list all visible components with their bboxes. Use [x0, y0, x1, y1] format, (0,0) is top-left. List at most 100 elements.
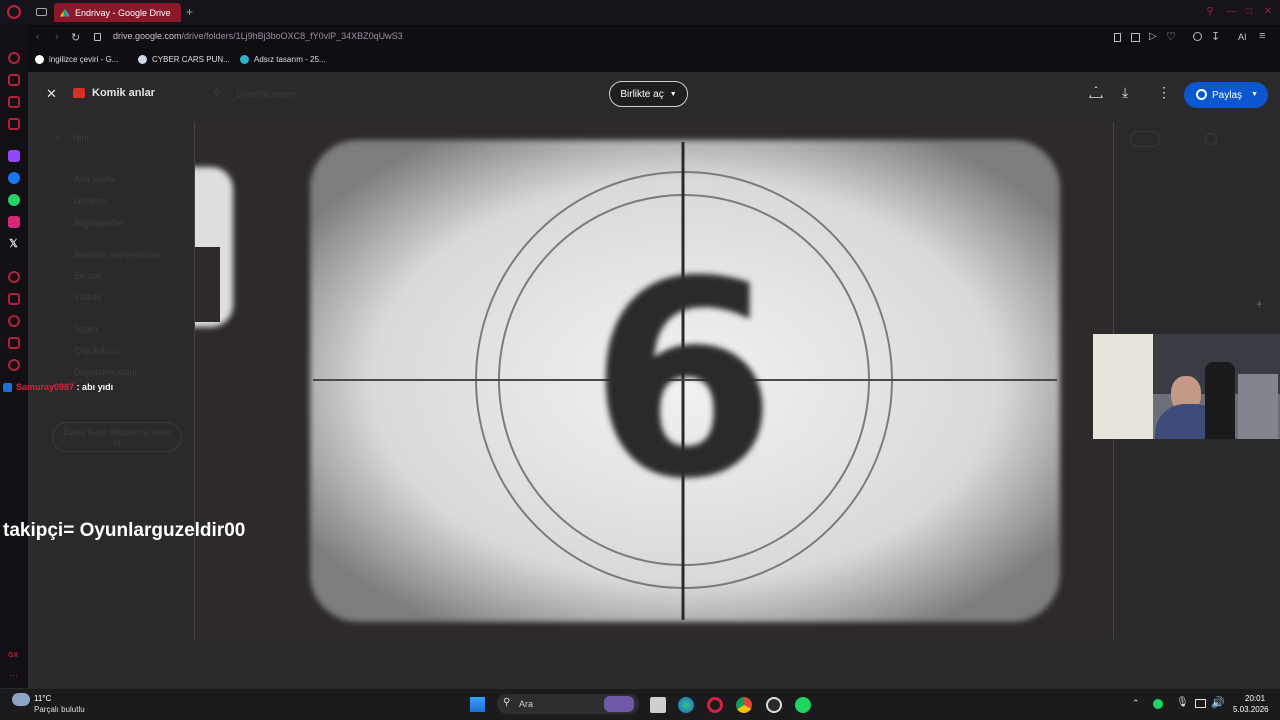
twitch-icon[interactable]	[8, 150, 20, 162]
speed-dial-icon[interactable]	[8, 52, 20, 64]
video-player[interactable]: 6	[194, 122, 1114, 639]
webcam-overlay	[1093, 334, 1280, 439]
chat-username: Samuray0987	[16, 382, 75, 392]
clock-date[interactable]: 5.03.2026	[1233, 705, 1269, 714]
windows-taskbar	[0, 688, 1280, 720]
url-field[interactable]: drive.google.com/drive/folders/1Lj9hBj3b…	[113, 31, 403, 41]
minimize-icon[interactable]: —	[1225, 6, 1237, 18]
sidebar-item-home: Ana sayfa	[74, 174, 115, 184]
taskbar-search-label: Ara	[519, 699, 534, 709]
history-icon[interactable]	[8, 315, 20, 327]
open-with-label: Birlikte aç	[620, 88, 664, 100]
share-caret-icon[interactable]: ▼	[1251, 91, 1258, 98]
chat-twitch-icon	[3, 383, 12, 392]
sidebar-item-starred: Yıldızlı	[74, 292, 102, 302]
close-window-icon[interactable]: ✕	[1262, 6, 1274, 18]
volume-icon[interactable]: 🔊	[1211, 696, 1225, 709]
open-with-button[interactable]: Birlikte aç ▼	[609, 81, 688, 107]
tray-chevron-icon[interactable]: ⌃	[1132, 698, 1140, 709]
share-globe-icon	[1196, 89, 1207, 100]
bookmark-page-icon[interactable]	[1114, 33, 1121, 42]
get-more-storage-button: Daha fazla depolama alanı al	[52, 422, 182, 452]
bookmark-item[interactable]: Adsız tasarım - 25...	[240, 55, 326, 64]
bookmark-icon	[138, 55, 147, 64]
sidebar-item-trash: Çöp kutusu	[74, 346, 120, 356]
chat-line: Samuray0987 : abı yıdı	[16, 382, 113, 392]
back-icon[interactable]: ‹	[36, 31, 40, 43]
more-icon[interactable]: ⋯	[9, 670, 18, 681]
info-icon	[1205, 133, 1217, 145]
url-path: /drive/folders/1Lj9hBj3boOXC8_fY0vlP_34X…	[181, 31, 403, 41]
search-box[interactable]: ⚲ Ara	[497, 694, 639, 714]
news-icon[interactable]	[8, 118, 20, 130]
more-options-icon[interactable]: ⋮	[1157, 84, 1171, 101]
clock-time[interactable]: 20:01	[1245, 694, 1265, 703]
url-domain: drive.google.com	[113, 31, 182, 41]
x-icon[interactable]: 𝕏	[9, 237, 18, 250]
countdown-digit: 6	[589, 223, 777, 538]
menu-icon[interactable]: ≡	[1259, 30, 1265, 42]
follower-overlay: takipçi= Oyunlarguzeldir00	[3, 520, 246, 541]
edge-icon[interactable]	[678, 697, 694, 713]
file-explorer-icon[interactable]	[650, 697, 666, 713]
caret-down-icon: ▼	[669, 90, 677, 98]
wallet-icon[interactable]	[8, 96, 20, 108]
search-highlight-icon	[604, 696, 634, 712]
share-button[interactable]: Paylaş ▼	[1184, 82, 1268, 108]
bookmark-item[interactable]: ingilizce çeviri - G...	[35, 55, 118, 64]
google-icon	[35, 55, 44, 64]
instagram-icon[interactable]	[8, 216, 20, 228]
opera-logo-icon[interactable]	[7, 5, 21, 19]
obs-icon[interactable]	[766, 697, 782, 713]
canva-icon	[240, 55, 249, 64]
search-placeholder: Drive'da arayın	[236, 89, 297, 99]
reload-icon[interactable]: ↻	[71, 31, 80, 44]
tab-bar: Endrivay - Google Drive + ⚲ — □ ✕	[0, 0, 1280, 25]
network-icon[interactable]	[1195, 699, 1206, 708]
play-icon[interactable]: ▷	[1149, 31, 1157, 42]
maximize-icon[interactable]: □	[1243, 6, 1255, 18]
microphone-icon[interactable]: 🎙	[1176, 697, 1189, 708]
gx-icon[interactable]: GX	[8, 652, 18, 659]
close-viewer-icon[interactable]: ✕	[46, 86, 57, 102]
start-icon[interactable]	[470, 697, 485, 712]
snapshot-icon[interactable]	[1131, 33, 1140, 42]
spotify-icon[interactable]	[795, 697, 811, 713]
settings-icon[interactable]	[8, 359, 20, 371]
extensions-icon[interactable]	[8, 337, 20, 349]
new-tab-button[interactable]: +	[186, 5, 193, 19]
weather-temp: 11°C	[34, 694, 52, 703]
tray-app-icon[interactable]	[1153, 699, 1163, 709]
messenger-icon[interactable]	[8, 172, 20, 184]
tab-title: Endrivay - Google Drive	[75, 7, 171, 18]
whatsapp-icon[interactable]	[8, 194, 20, 206]
sidebar-item-recent: En son	[74, 271, 103, 281]
download-file-icon[interactable]: ⤓	[1122, 84, 1128, 101]
file-title: Komik anlar	[92, 87, 155, 99]
tab-google-drive[interactable]: Endrivay - Google Drive	[54, 3, 181, 22]
chrome-icon[interactable]	[736, 697, 752, 713]
download-icon[interactable]: ↧	[1211, 30, 1220, 43]
player-icon[interactable]	[8, 271, 20, 283]
ai-button[interactable]: AI	[1238, 32, 1247, 42]
sidebar-item-shared: Benimle paylaşılanlar	[74, 250, 160, 260]
sidebar-item-computers: Bilgisayarlar	[74, 218, 124, 228]
opera-icon[interactable]	[707, 697, 723, 713]
video-file-icon	[73, 88, 85, 98]
profile-icon[interactable]	[1193, 32, 1202, 41]
aria-icon[interactable]	[8, 74, 20, 86]
tab-list-icon[interactable]	[36, 8, 47, 16]
bookmark-item[interactable]: CYBER CARS PUN...	[138, 55, 230, 64]
tabs-icon[interactable]	[8, 293, 20, 305]
weather-icon[interactable]	[12, 693, 30, 706]
sidebar-item-my-drive: Drive'ım	[74, 196, 107, 206]
list-view-icon	[1130, 131, 1160, 147]
drive-icon	[60, 8, 70, 17]
search-icon: ⚲	[213, 88, 221, 99]
heart-icon[interactable]: ♡	[1166, 30, 1176, 43]
search-tabs-icon[interactable]: ⚲	[1204, 6, 1216, 18]
add-panel-icon: +	[1256, 297, 1264, 311]
sidebar-item-storage: Depolama alanı	[74, 367, 138, 377]
forward-icon[interactable]: ›	[55, 31, 59, 43]
chat-message: : abı yıdı	[76, 382, 114, 392]
